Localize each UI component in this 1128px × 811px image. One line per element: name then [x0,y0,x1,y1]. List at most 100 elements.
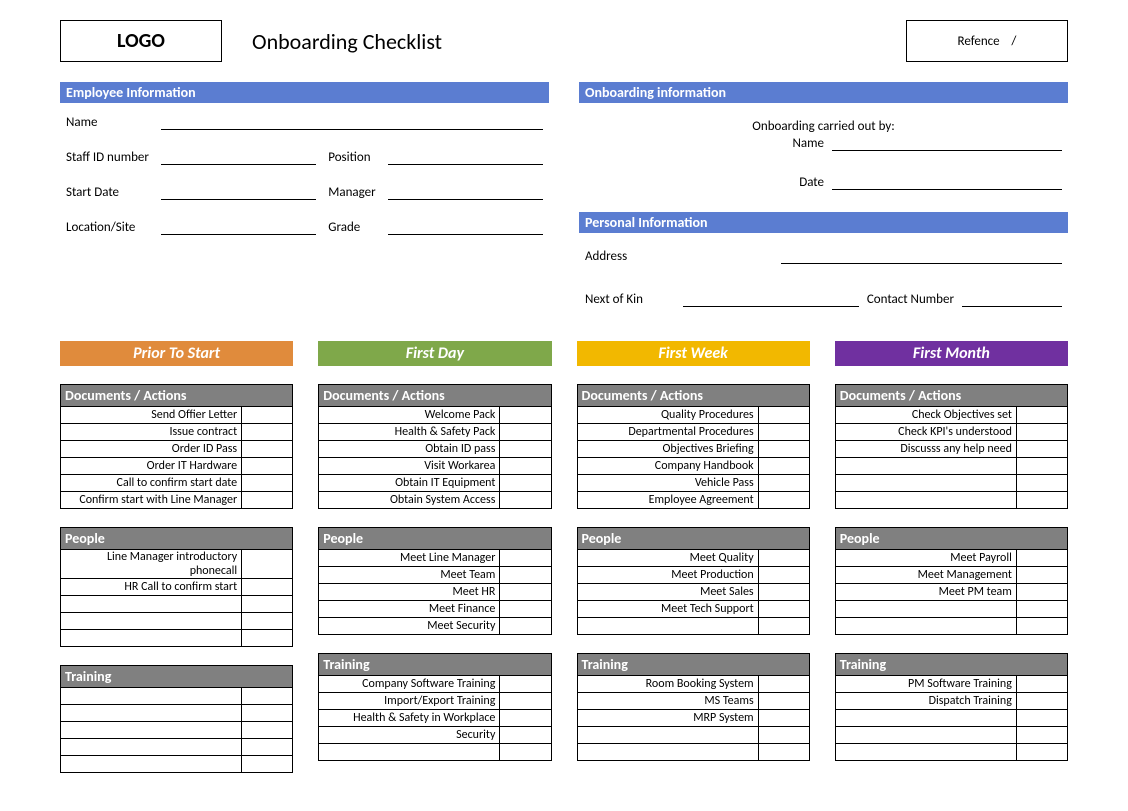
check-cell[interactable] [758,424,809,441]
check-cell[interactable] [242,705,293,722]
address-field[interactable] [781,247,1062,264]
table-row: Departmental Procedures [577,424,809,441]
reference-label: Refence [958,34,1000,49]
check-cell[interactable] [758,710,809,727]
check-cell[interactable] [1016,475,1067,492]
contact-field[interactable] [962,290,1062,307]
check-cell[interactable] [242,475,293,492]
check-cell[interactable] [500,693,551,710]
block-table: Check Objectives setCheck KPI's understo… [835,406,1068,509]
check-cell[interactable] [1016,727,1067,744]
check-cell[interactable] [1016,441,1067,458]
check-cell[interactable] [758,492,809,509]
check-cell[interactable] [500,567,551,584]
check-cell[interactable] [500,550,551,567]
check-cell[interactable] [1016,584,1067,601]
check-cell[interactable] [758,618,809,635]
check-cell[interactable] [758,407,809,424]
grade-label: Grade [328,220,375,235]
check-cell[interactable] [1016,693,1067,710]
check-cell[interactable] [242,688,293,705]
check-cell[interactable] [242,550,293,579]
check-cell[interactable] [242,596,293,613]
check-cell[interactable] [242,407,293,424]
check-cell[interactable] [242,441,293,458]
check-cell[interactable] [1016,676,1067,693]
onboarder-name-field[interactable] [832,134,1062,151]
check-cell[interactable] [1016,618,1067,635]
check-cell[interactable] [242,424,293,441]
check-cell[interactable] [758,458,809,475]
check-cell[interactable] [1016,567,1067,584]
block-table: Quality ProceduresDepartmental Procedure… [577,406,810,509]
checklist-block: Documents / ActionsWelcome PackHealth & … [318,384,551,509]
manager-field[interactable] [388,183,543,200]
check-cell[interactable] [500,601,551,618]
check-cell[interactable] [242,458,293,475]
check-cell[interactable] [242,739,293,756]
nextofkin-field[interactable] [683,290,859,307]
check-cell[interactable] [758,567,809,584]
check-cell[interactable] [1016,744,1067,761]
check-cell[interactable] [758,601,809,618]
item-cell: Obtain System Access [319,492,500,509]
check-cell[interactable] [242,492,293,509]
name-field[interactable] [161,113,543,130]
item-cell: Meet Team [319,567,500,584]
check-cell[interactable] [242,613,293,630]
location-field[interactable] [161,218,316,235]
check-cell[interactable] [500,584,551,601]
item-cell: Check Objectives set [835,407,1016,424]
check-cell[interactable] [758,744,809,761]
check-cell[interactable] [1016,710,1067,727]
grade-field[interactable] [388,218,543,235]
check-cell[interactable] [500,492,551,509]
table-row: Meet Finance [319,601,551,618]
check-cell[interactable] [242,630,293,647]
table-row [61,756,293,773]
check-cell[interactable] [758,584,809,601]
staffid-field[interactable] [161,148,316,165]
item-cell: Meet Quality [577,550,758,567]
item-cell: PM Software Training [835,676,1016,693]
table-row: Discusss any help need [835,441,1067,458]
check-cell[interactable] [758,475,809,492]
check-cell[interactable] [758,550,809,567]
item-cell [61,705,242,722]
check-cell[interactable] [500,744,551,761]
check-cell[interactable] [500,475,551,492]
name-label: Name [66,115,149,130]
startdate-field[interactable] [161,183,316,200]
onboarder-date-field[interactable] [832,173,1062,190]
check-cell[interactable] [1016,601,1067,618]
check-cell[interactable] [500,710,551,727]
item-cell [835,458,1016,475]
check-cell[interactable] [242,722,293,739]
check-cell[interactable] [500,618,551,635]
item-cell: Meet HR [319,584,500,601]
position-field[interactable] [388,148,543,165]
check-cell[interactable] [758,693,809,710]
item-cell: Objectives Briefing [577,441,758,458]
item-cell: Departmental Procedures [577,424,758,441]
check-cell[interactable] [500,441,551,458]
check-cell[interactable] [1016,424,1067,441]
check-cell[interactable] [758,727,809,744]
check-cell[interactable] [1016,407,1067,424]
table-row: Obtain IT Equipment [319,475,551,492]
check-cell[interactable] [500,676,551,693]
check-cell[interactable] [1016,550,1067,567]
phase-columns: Prior To StartDocuments / ActionsSend Of… [60,341,1068,791]
check-cell[interactable] [242,579,293,596]
check-cell[interactable] [500,458,551,475]
check-cell[interactable] [242,756,293,773]
phase-column: First MonthDocuments / ActionsCheck Obje… [835,341,1068,791]
check-cell[interactable] [758,441,809,458]
check-cell[interactable] [1016,492,1067,509]
check-cell[interactable] [500,407,551,424]
table-row: Employee Agreement [577,492,809,509]
check-cell[interactable] [500,727,551,744]
check-cell[interactable] [1016,458,1067,475]
check-cell[interactable] [758,676,809,693]
check-cell[interactable] [500,424,551,441]
